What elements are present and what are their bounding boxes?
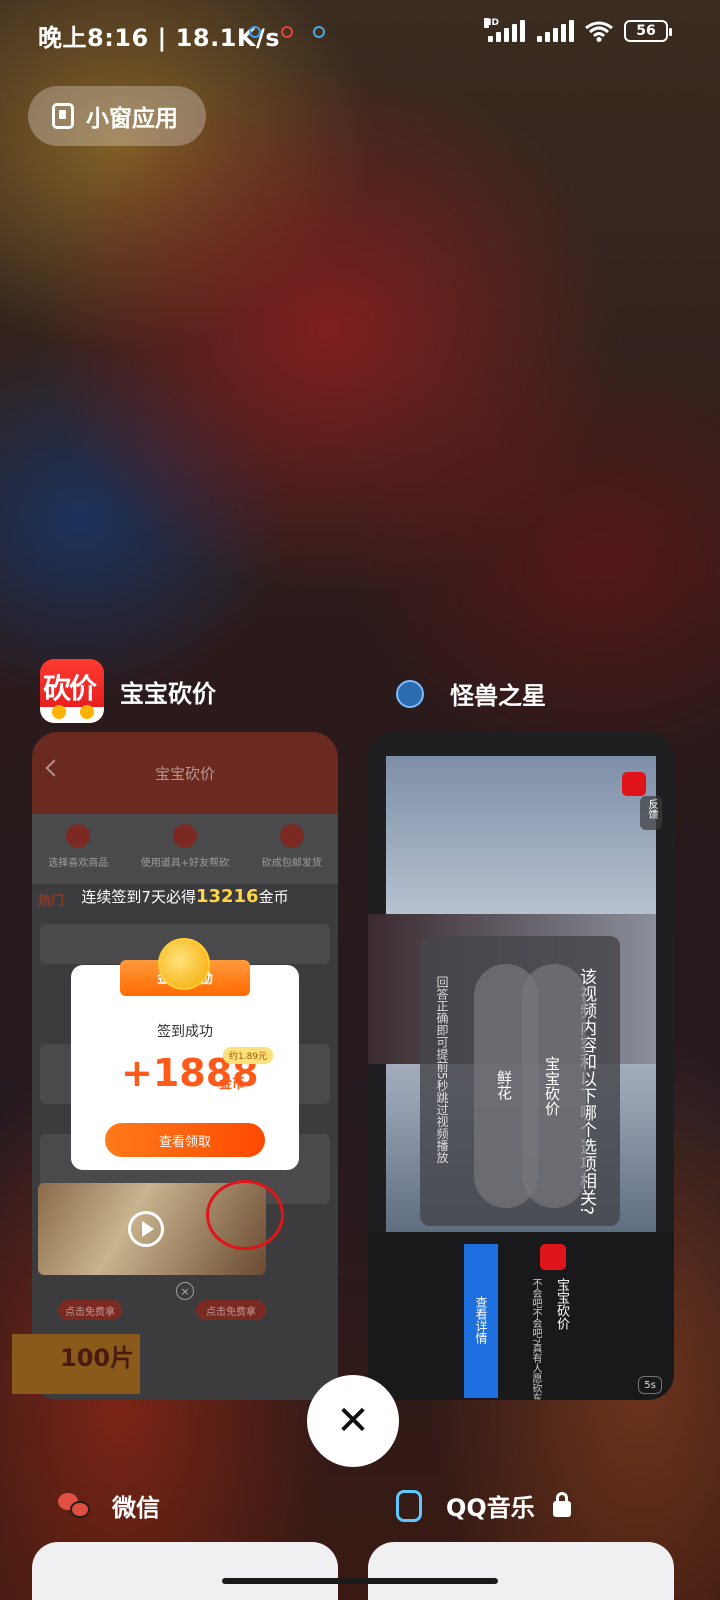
home-indicator[interactable]	[222, 1578, 498, 1584]
step-item: 选择喜欢商品	[48, 824, 108, 869]
app-title-qqmusic: QQ音乐	[446, 1494, 535, 1522]
streak-amount: 13216	[195, 886, 259, 907]
kanjia-page-title: 宝宝砍价	[154, 764, 215, 783]
quiz-option-a-label: 宝宝砍价	[543, 1056, 561, 1116]
detail-button: 查看详情	[464, 1244, 498, 1398]
hd-label: HD	[484, 18, 500, 28]
buy-button: 点击免费拿	[58, 1300, 122, 1320]
close-icon: ×	[176, 1282, 194, 1300]
ad-brand-logo	[540, 1244, 566, 1270]
clear-all-button[interactable]: ✕	[307, 1375, 399, 1467]
kanjia-steps: 选择喜欢商品 使用道具+好友帮砍 砍成包邮发货	[32, 814, 338, 884]
app-header-monster[interactable]: 怪兽之星	[388, 676, 546, 711]
ad-brand-logo-small	[622, 772, 646, 796]
ad-brand-subtitle: 不会吧不会吧?真有人愿砍东西?	[530, 1278, 541, 1400]
feedback-button: 反馈	[640, 796, 662, 830]
quiz-option-b-label: 鲜花	[495, 1070, 513, 1100]
notification-dot-cyan-icon	[313, 26, 325, 38]
small-window-icon	[52, 103, 74, 129]
app-header-qqmusic[interactable]: QQ音乐	[396, 1488, 571, 1523]
status-bar: 晚上8:16 | 18.1K/s HD 56	[0, 0, 720, 70]
close-icon: ✕	[336, 1398, 370, 1444]
wechat-app-icon	[58, 1492, 90, 1519]
gold-coin-icon	[158, 938, 210, 990]
recent-app-card-wechat[interactable]	[32, 1542, 338, 1600]
promo-banner: 100片	[12, 1334, 140, 1394]
buy-button: 点击免费拿	[196, 1300, 266, 1320]
signal-icon	[535, 20, 574, 42]
app-header-kanjia[interactable]: 砍价 宝宝砍价	[40, 659, 216, 723]
claim-button: 查看领取	[105, 1123, 265, 1157]
reward-unit: 金币	[219, 1077, 246, 1092]
app-title-wechat: 微信	[112, 1494, 160, 1522]
signin-success: 签到成功	[157, 1024, 213, 1040]
signin-streak-text: 连续签到7天必得13216金币	[81, 886, 289, 907]
back-icon	[45, 759, 63, 777]
step-item: 砍成包邮发货	[262, 824, 322, 869]
approx-value-tag: 约1.89元	[223, 1047, 274, 1064]
highlight-circle	[206, 1180, 284, 1250]
ad-brand-name: 宝宝砍价	[554, 1278, 569, 1330]
countdown-badge: 5s	[638, 1376, 662, 1394]
app-title-monster: 怪兽之星	[450, 682, 546, 710]
recent-app-card-qqmusic[interactable]	[368, 1542, 674, 1600]
small-window-label: 小窗应用	[86, 106, 178, 132]
notification-dot-red-icon	[281, 26, 293, 38]
quiz-hint: 回答正确即可提前5秒跳过视频播放	[435, 976, 449, 1164]
kanjia-app-icon: 砍价	[40, 659, 104, 723]
play-icon	[128, 1211, 164, 1247]
app-header-wechat[interactable]: 微信	[58, 1488, 160, 1523]
monster-app-icon	[396, 679, 424, 708]
wifi-icon	[585, 21, 613, 42]
app-title-kanjia: 宝宝砍价	[120, 679, 216, 708]
step-item: 使用道具+好友帮砍	[141, 824, 229, 869]
battery-icon: 56	[624, 20, 672, 42]
lock-icon[interactable]	[552, 1491, 571, 1517]
signal-hd-icon: HD	[484, 18, 525, 42]
status-time-speed: 晚上8:16 | 18.1K/s	[38, 24, 281, 52]
kanjia-icon-text: 砍价	[43, 672, 97, 705]
ad-bottom-bar	[368, 1232, 674, 1400]
status-icons: HD 56	[484, 18, 672, 42]
qqmusic-app-icon	[396, 1489, 422, 1522]
small-window-button[interactable]: 小窗应用	[28, 86, 206, 146]
kanjia-page-header: 宝宝砍价	[32, 732, 338, 814]
notification-dot-blue-icon	[249, 26, 261, 38]
recent-app-card-monster[interactable]: 反馈 该视频内容和以下哪个选项相关? 宝宝砍价 鲜花 回答正确即可提前5秒跳过视…	[368, 732, 674, 1400]
